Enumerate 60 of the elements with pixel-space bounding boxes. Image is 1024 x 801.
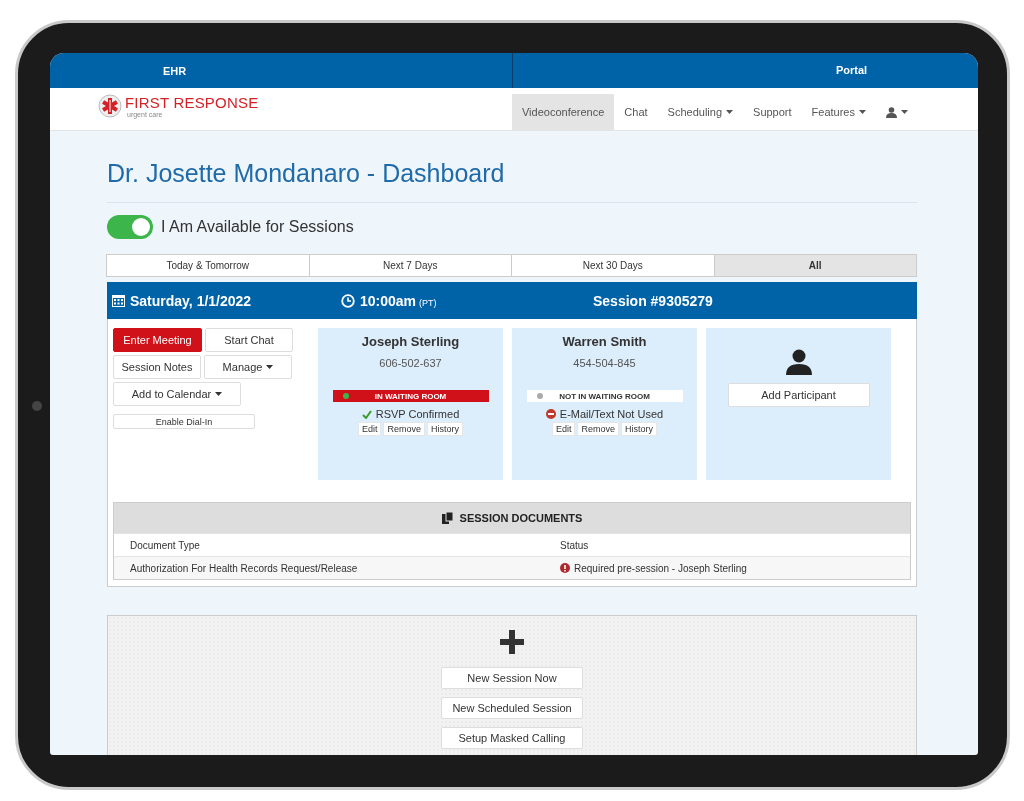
new-session-button[interactable]: New Scheduled Session: [441, 697, 583, 719]
participant-phone: 606-502-637: [379, 357, 442, 369]
participant-phone: 454-504-845: [573, 357, 636, 369]
session-number: Session #9305279: [593, 292, 713, 309]
minus-circle-icon: [545, 409, 556, 419]
action-button[interactable]: Add to Calendar: [113, 382, 241, 406]
caret-icon: [901, 110, 908, 114]
participant-link-button[interactable]: Edit: [551, 422, 576, 436]
participant-link-button[interactable]: Remove: [577, 422, 619, 436]
alert-icon: [560, 563, 570, 573]
new-session-button[interactable]: New Session Now: [441, 667, 583, 689]
action-button[interactable]: Start Chat: [205, 328, 293, 352]
nav-item[interactable]: Chat: [614, 94, 658, 130]
action-button[interactable]: Session Notes: [113, 355, 201, 379]
participant-link-button[interactable]: History: [621, 422, 657, 436]
calendar-icon: [112, 294, 125, 307]
brand-name: FIRST RESPONSE: [125, 94, 259, 111]
action-button[interactable]: Enter Meeting: [113, 328, 202, 352]
nav-item[interactable]: Support: [743, 94, 802, 130]
star-of-life-icon: [98, 94, 122, 118]
status-dot: [342, 393, 349, 399]
column-header: Document Type: [130, 539, 201, 551]
nav-item[interactable]: Features: [801, 94, 876, 130]
table-cell-text: Authorization For Health Records Request/Release: [130, 562, 359, 574]
portal-link[interactable]: Portal: [836, 53, 978, 88]
add-participant-button[interactable]: Add Participant: [727, 383, 870, 407]
participant-name: Joseph Sterling: [361, 334, 460, 349]
contact-status: E-Mail/Text Not Used: [559, 408, 664, 420]
availability-label: I Am Available for Sessions: [161, 218, 354, 236]
participant-name: Warren Smith: [562, 334, 647, 349]
user-icon: [886, 106, 897, 118]
range-tab[interactable]: Next 7 Days: [308, 254, 512, 277]
waiting-room-status: IN WAITING ROOM: [332, 390, 489, 402]
availability-toggle[interactable]: [107, 215, 153, 239]
plus-icon: [500, 630, 524, 654]
clock-icon: [341, 293, 355, 308]
contact-status: RSVP Confirmed: [375, 408, 460, 420]
action-button[interactable]: Enable Dial-In: [113, 414, 255, 429]
waiting-room-status: NOT IN WAITING ROOM: [526, 390, 683, 402]
session-date: Saturday, 1/1/2022: [130, 292, 252, 309]
participant-link-button[interactable]: History: [427, 422, 463, 436]
nav-item[interactable]: Videoconference: [512, 94, 615, 130]
new-session-button[interactable]: Setup Masked Calling: [441, 727, 583, 749]
participant-link-button[interactable]: Remove: [383, 422, 425, 436]
ehr-link[interactable]: EHR: [50, 64, 512, 77]
person-icon: [785, 348, 812, 375]
range-tab[interactable]: Today & Tomorrow: [106, 254, 310, 277]
table-cell: Required pre-session - Joseph Sterling: [574, 562, 747, 574]
status-dot: [536, 393, 543, 399]
documents-header: SESSION DOCUMENTS: [114, 503, 910, 533]
action-button[interactable]: Manage: [204, 355, 292, 379]
range-tab[interactable]: Next 30 Days: [511, 254, 715, 277]
column-header: Status: [560, 539, 590, 551]
nav-item[interactable]: Scheduling: [657, 94, 744, 130]
documents-icon: [441, 512, 454, 524]
check-icon: [361, 409, 372, 419]
page-title: Dr. Josette Mondanaro - Dashboard: [107, 158, 506, 189]
range-tab[interactable]: All: [713, 254, 917, 277]
participant-link-button[interactable]: Edit: [357, 422, 382, 436]
session-time: 10:00am (PT): [360, 292, 437, 309]
